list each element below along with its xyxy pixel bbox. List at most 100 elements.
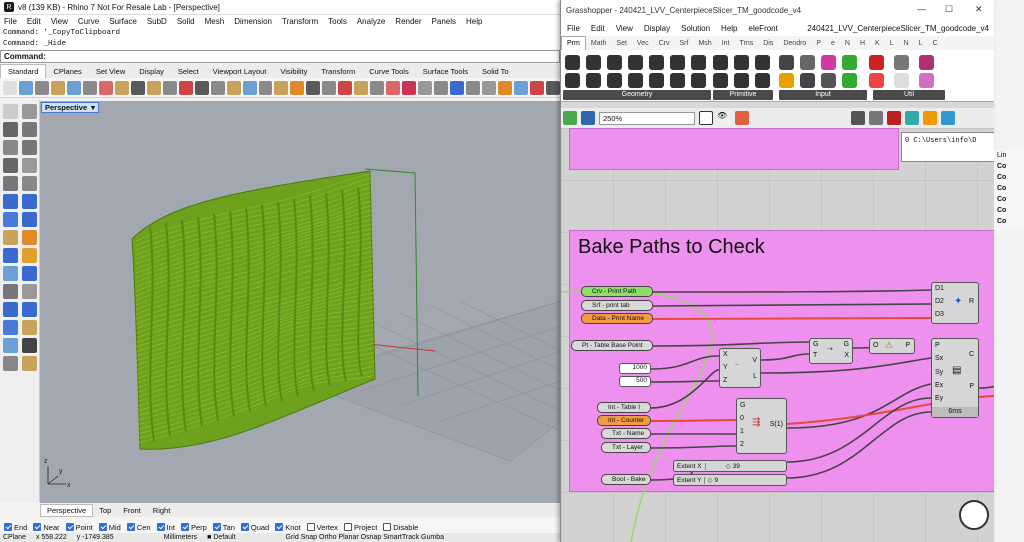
left-tool-icon[interactable] [2,176,18,191]
viewport-tab-top[interactable]: Top [93,506,117,515]
toolbar-tool-icon[interactable] [3,80,17,95]
left-tool-icon[interactable] [21,158,37,173]
left-tool-icon[interactable] [2,230,18,245]
osnap-checkbox[interactable] [240,523,249,531]
tab-viewport-layout[interactable]: Viewport Layout [206,67,274,76]
viewport-tab-perspective[interactable]: Perspective [40,503,94,517]
toolbar-tool-icon[interactable] [242,80,257,95]
preview-eye-icon[interactable]: 👁 [717,111,731,125]
viewport-label[interactable]: Perspective ▾ [41,102,99,113]
toolbar-tool-icon[interactable] [34,80,49,95]
tab-solid-to[interactable]: Solid To [475,67,516,76]
param-txt-layer[interactable]: Txt - Layer [601,442,651,453]
gh-menu-view[interactable]: View [616,24,633,33]
input-param-icon[interactable] [821,55,836,70]
geometry-param-icon[interactable] [649,73,664,88]
viewport-tab-front[interactable]: Front [117,506,147,515]
tab-curve-tools[interactable]: Curve Tools [362,67,415,76]
left-tool-icon[interactable] [21,302,37,317]
osnap-checkbox[interactable] [156,523,165,531]
left-tool-icon[interactable] [2,212,18,227]
osnap-checkbox[interactable] [275,523,284,531]
slider-extent-y[interactable]: Extent Y ◇ 9 [673,474,787,486]
group-util[interactable]: Util [873,90,945,100]
input-param-icon[interactable] [842,55,857,70]
osnap-checkbox[interactable] [33,523,42,531]
slider-x-grip-icon[interactable]: ◇ [726,462,731,470]
gh-tab-e-12[interactable]: e [826,40,840,47]
util-param-icon[interactable] [869,73,884,88]
left-tool-icon[interactable] [21,248,37,263]
toolbar-tool-icon[interactable] [82,80,97,95]
toolbar-tool-icon[interactable] [386,80,401,95]
zoom-extents-icon[interactable] [699,111,713,125]
left-tool-icon[interactable] [21,140,37,155]
left-tool-icon[interactable] [21,212,37,227]
menu-item-dimension[interactable]: Dimension [234,17,272,26]
gh-tab-trns-8[interactable]: Trns [734,40,758,47]
osnap-checkbox[interactable] [306,523,315,531]
toolbar-tool-icon[interactable] [178,80,193,95]
toolbar-tool-icon[interactable] [322,80,337,95]
menu-item-help[interactable]: Help [466,17,482,26]
toolbar-tool-icon[interactable] [98,80,113,95]
left-tool-icon[interactable] [21,284,37,299]
gh-tab-srf-5[interactable]: Srf [675,40,694,47]
gh-tab-int-7[interactable]: Int [717,40,735,47]
osnap-disable[interactable]: Disable [383,523,418,532]
toolbar-tool-icon[interactable] [498,80,512,95]
side-item[interactable]: Co [994,161,1024,172]
primitive-param-icon[interactable] [734,55,749,70]
tab-select[interactable]: Select [171,67,206,76]
osnap-checkbox[interactable] [4,523,12,531]
util-param-icon[interactable] [894,73,909,88]
menu-item-solid[interactable]: Solid [177,17,195,26]
osnap-checkbox[interactable] [343,523,352,531]
side-item[interactable]: Co [994,172,1024,183]
toolbar-tool-icon[interactable] [482,80,497,95]
tab-standard[interactable]: Standard [0,64,47,78]
side-item[interactable]: Co [994,205,1024,216]
menu-item-panels[interactable]: Panels [432,17,456,26]
toolbar-tool-icon[interactable] [274,80,289,95]
command-input[interactable]: Command: [0,50,560,63]
number-500[interactable]: 500 [619,376,651,387]
osnap-tan[interactable]: Tan [212,523,235,532]
input-param-icon[interactable] [842,73,857,88]
gh-menu-edit[interactable]: Edit [591,24,605,33]
gh-tab-l-16[interactable]: L [885,40,899,47]
menu-item-curve[interactable]: Curve [78,17,99,26]
toolbar-tool-icon[interactable] [402,80,417,95]
gh-canvas[interactable]: 0 C:\Users\info\D Bake Paths to Check Cr… [561,128,994,542]
gh-menu-solution[interactable]: Solution [681,24,710,33]
toolbar-tool-icon[interactable] [66,80,81,95]
toolbar-tool-icon[interactable] [370,80,385,95]
toolbar-tool-icon[interactable] [210,80,225,95]
param-bool-bake[interactable]: Bool - Bake [601,474,651,485]
menu-item-transform[interactable]: Transform [282,17,318,26]
input-param-icon[interactable] [779,55,794,70]
osnap-project[interactable]: Project [343,523,377,532]
toolbar-tool-icon[interactable] [529,80,544,95]
menu-item-analyze[interactable]: Analyze [357,17,385,26]
toolbar-tool-icon[interactable] [18,80,33,95]
left-tool-icon[interactable] [2,266,18,281]
status-layer[interactable]: ■ Default [207,534,235,541]
tab-surface-tools[interactable]: Surface Tools [416,67,475,76]
gh-tab-set-2[interactable]: Set [611,40,632,47]
menu-item-file[interactable]: File [4,17,17,26]
input-param-icon[interactable] [779,73,794,88]
toolbar-tool-icon[interactable] [418,80,433,95]
left-tool-icon[interactable] [2,104,18,119]
vector-xyz-component[interactable]: X Y Z V L → [719,348,761,388]
util-param-icon[interactable] [919,55,934,70]
slider-y-grip-icon[interactable]: ◇ [707,476,712,484]
gh-tab-k-15[interactable]: K [870,40,885,47]
preview-color-icon[interactable] [923,111,937,125]
geometry-param-icon[interactable] [565,73,580,88]
open-file-icon[interactable] [563,111,577,125]
param-int-counter[interactable]: Int - Counter [597,415,651,426]
param-crv-print-path[interactable]: Crv - Print Path [581,286,653,297]
stream-filter-component[interactable]: G 0 1 2 S(1) ⇶ [736,398,787,454]
left-tool-icon[interactable] [2,320,18,335]
